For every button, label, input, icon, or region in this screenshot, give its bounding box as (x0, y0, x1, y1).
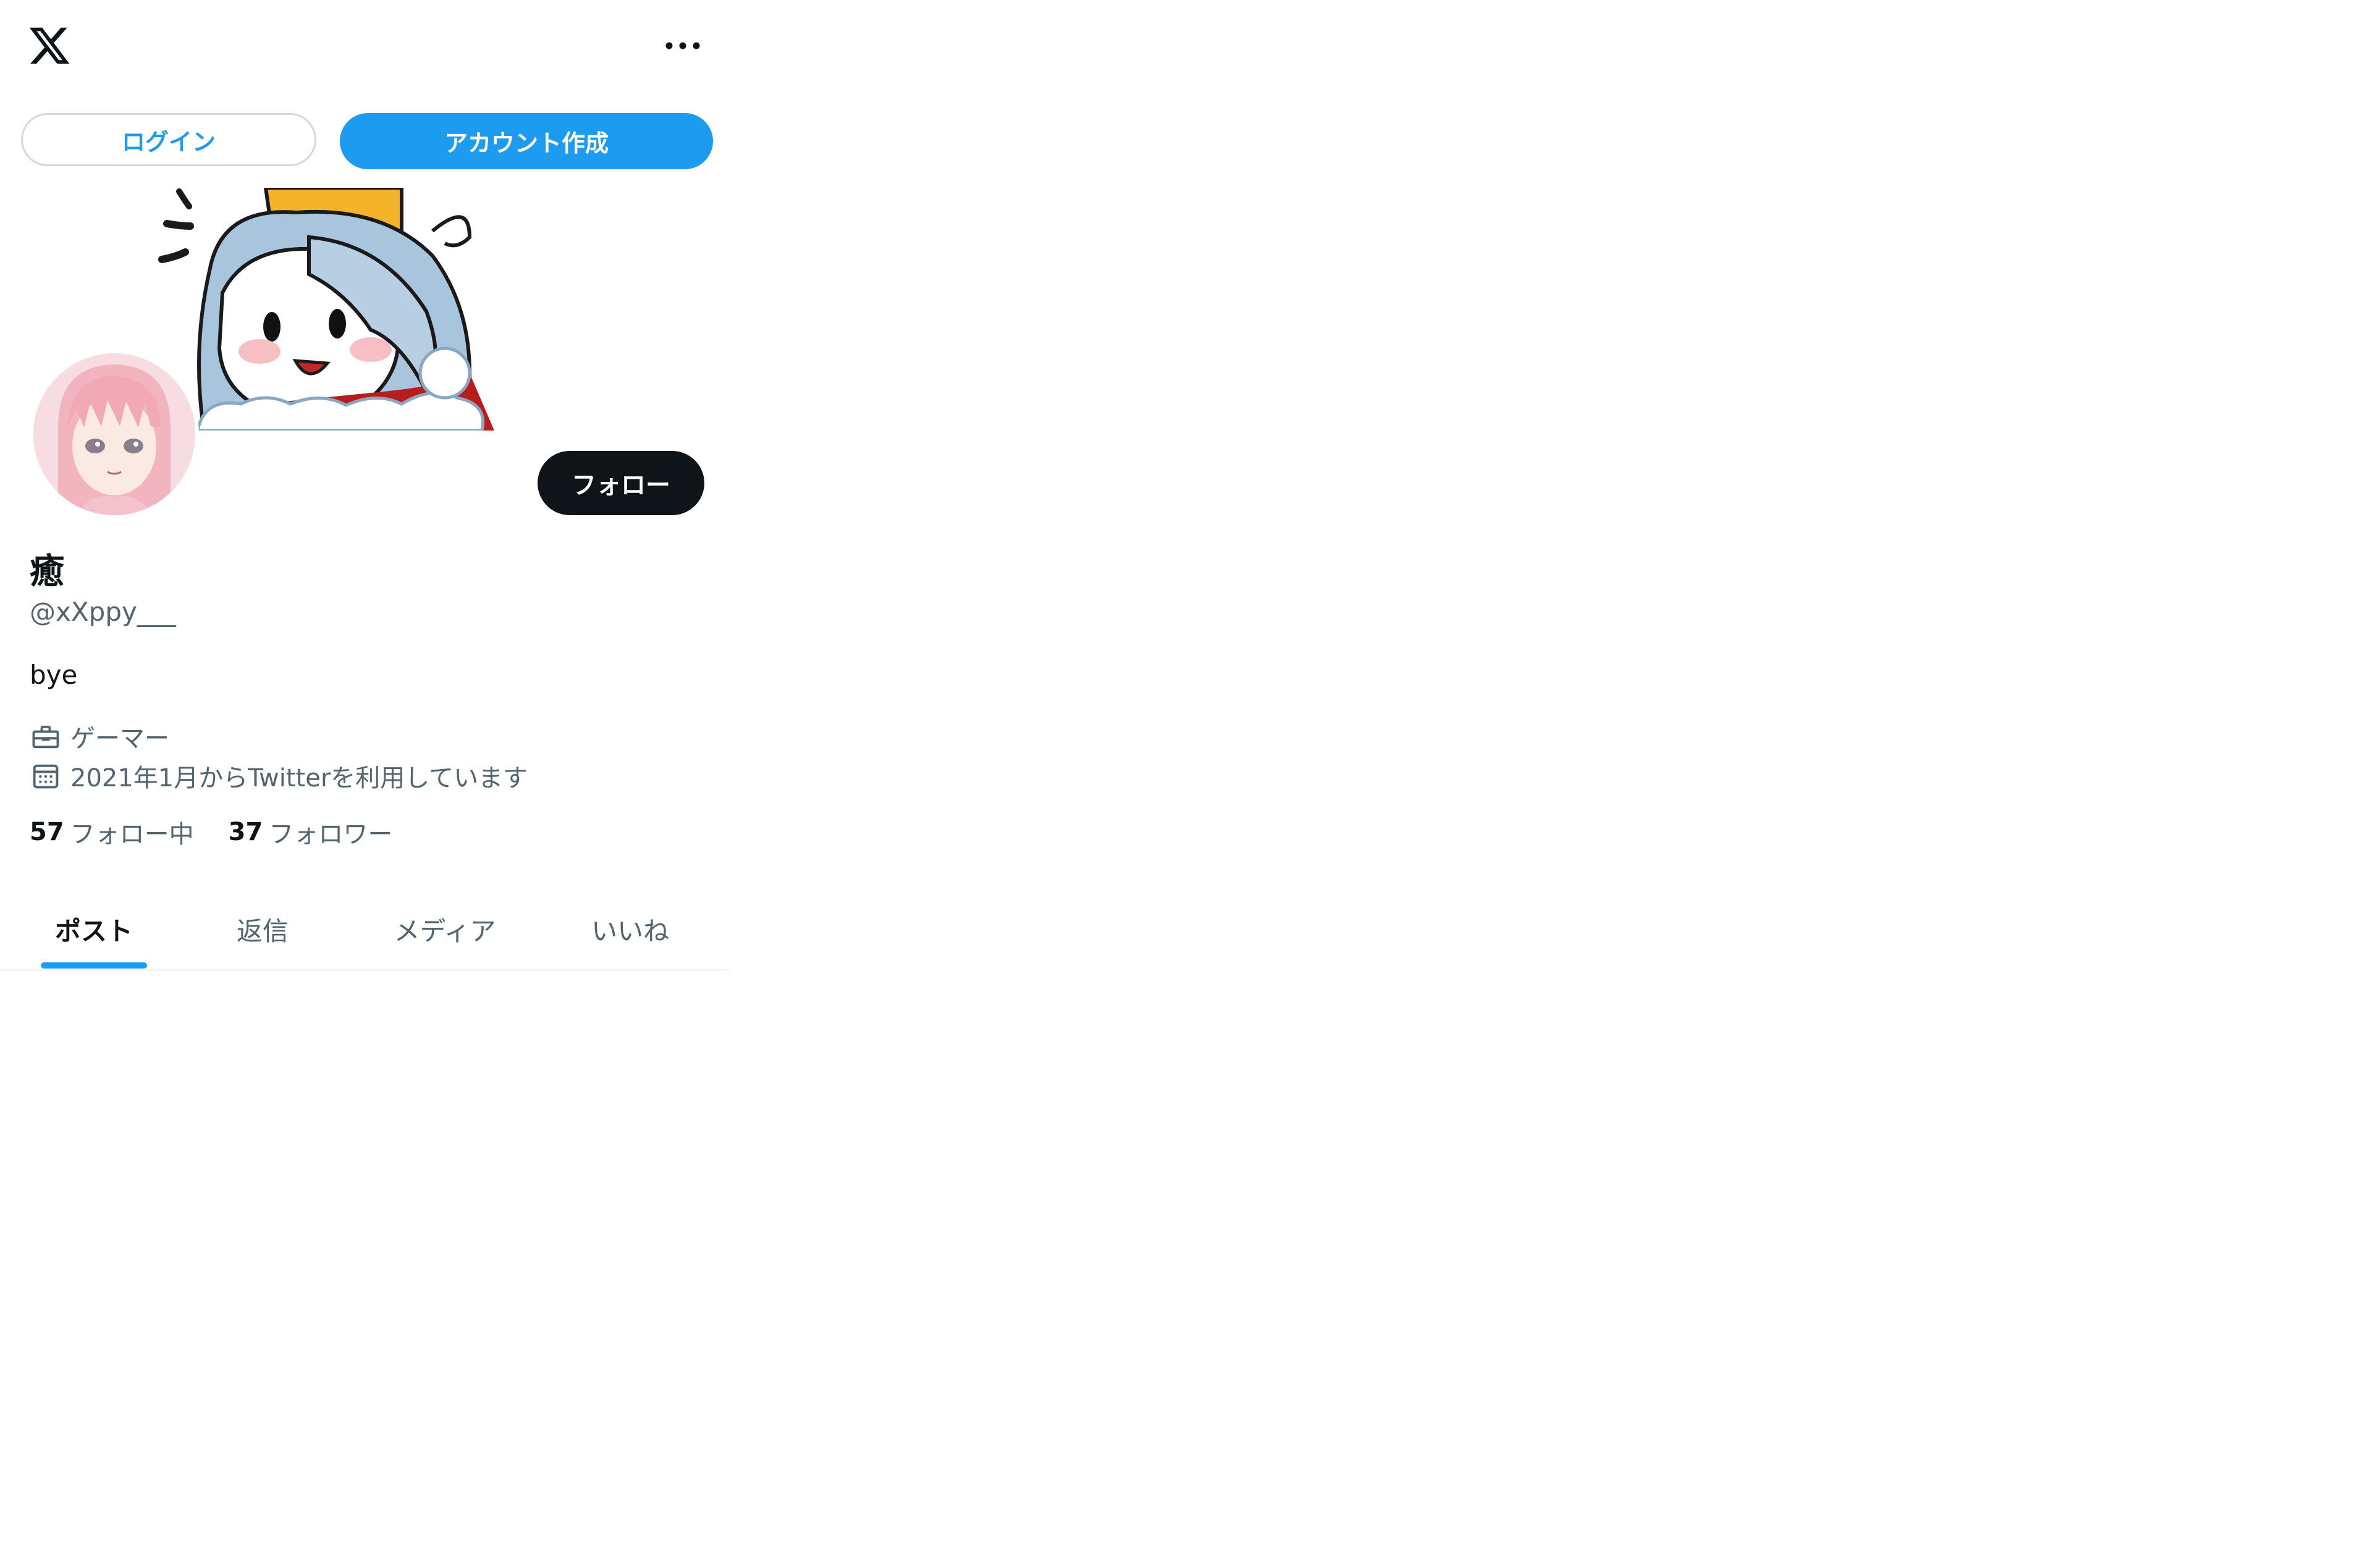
followers-link[interactable]: 37 フォロワー (229, 814, 393, 850)
tab-posts-label: ポスト (54, 915, 133, 946)
profile-joined-date: 2021年1月からTwitterを利用しています (70, 764, 528, 793)
display-name: 癒 (30, 552, 64, 592)
tab-posts[interactable]: ポスト (25, 889, 163, 969)
profile-category: ゲーマー (70, 725, 169, 753)
profile-column: ログイン アカウント作成 フォロー 癒 @xXppy___ bye ゲーマー 2… (0, 0, 729, 973)
followers-count: 37 (228, 818, 263, 846)
more-horizontal-icon[interactable] (655, 30, 711, 62)
tab-likes[interactable]: いいね (556, 889, 704, 969)
active-tab-indicator (41, 962, 147, 969)
avatar-illustration (33, 353, 195, 515)
tab-replies[interactable]: 返信 (192, 889, 334, 969)
tab-replies-label: 返信 (236, 915, 289, 946)
followers-label: フォロワー (269, 820, 393, 849)
login-button-label: ログイン (121, 128, 216, 156)
x-logo-icon[interactable] (27, 23, 72, 68)
create-account-button[interactable]: アカウント作成 (340, 113, 713, 169)
following-label: フォロー中 (70, 820, 194, 849)
briefcase-icon (30, 720, 62, 752)
calendar-icon (30, 760, 62, 792)
follow-stats: 57 フォロー中 37 フォロワー (30, 814, 427, 850)
profile-category-row: ゲーマー (30, 719, 169, 754)
following-count: 57 (30, 818, 64, 846)
create-account-button-label: アカウント作成 (444, 130, 609, 157)
profile-avatar[interactable] (30, 350, 199, 519)
profile-joined-row: 2021年1月からTwitterを利用しています (30, 759, 528, 793)
profile-tabs: ポスト 返信 メディア いいね (0, 889, 729, 971)
user-bio: bye (30, 660, 78, 690)
follow-button[interactable]: フォロー (538, 451, 704, 515)
following-link[interactable]: 57 フォロー中 (30, 814, 194, 850)
tab-media-label: メディア (394, 915, 496, 946)
tab-media[interactable]: メディア (365, 889, 525, 969)
follow-button-label: フォロー (572, 471, 670, 500)
login-button[interactable]: ログイン (21, 113, 316, 166)
tab-likes-label: いいね (591, 915, 669, 946)
user-handle: @xXppy___ (30, 597, 176, 627)
